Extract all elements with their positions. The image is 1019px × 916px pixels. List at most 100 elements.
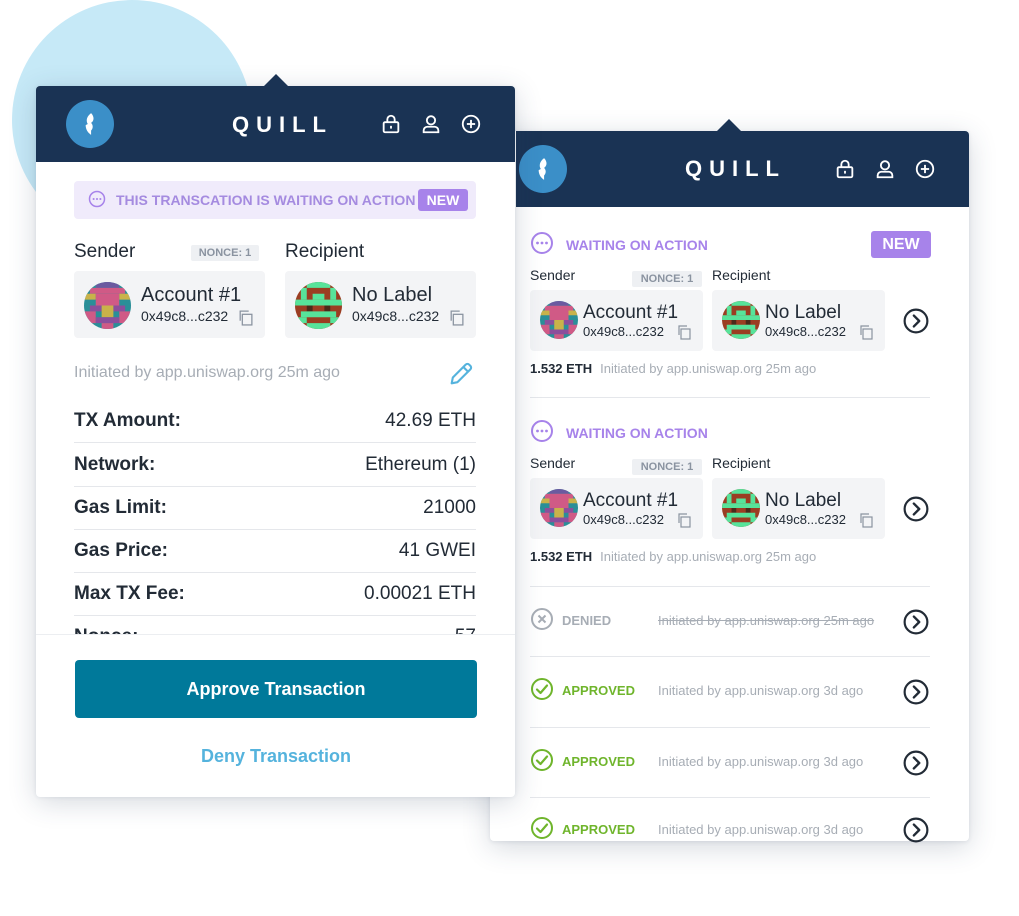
copy-icon[interactable] [676, 512, 692, 533]
tx-history-row[interactable]: APPROVED Initiated by app.uniswap.org 3d… [530, 677, 930, 707]
chevron-right-circle-icon[interactable] [903, 750, 929, 781]
header-actions [834, 158, 936, 180]
copy-icon[interactable] [237, 309, 254, 331]
brand-title: QUILL [232, 112, 333, 137]
header-notch [264, 74, 288, 86]
account-name: No Label [765, 302, 842, 323]
avatar [722, 301, 760, 339]
avatar [295, 282, 342, 329]
sender-card[interactable]: Account #1 0x49c8...c232 [74, 271, 265, 338]
tx-initiated: Initiated by app.uniswap.org 25m ago [600, 549, 817, 564]
chevron-right-circle-icon[interactable] [903, 496, 929, 527]
divider [530, 797, 930, 798]
detail-key: Gas Price: [74, 539, 168, 561]
tx-history-row[interactable]: APPROVED Initiated by app.uniswap.org 3d… [530, 816, 930, 846]
header-actions [380, 113, 482, 135]
tx-status-denied: DENIED [530, 607, 611, 634]
sender-card[interactable]: Account #1 0x49c8...c232 [530, 478, 703, 539]
avatar [722, 489, 760, 527]
status-label: WAITING ON ACTION [566, 236, 708, 253]
status-label: APPROVED [562, 754, 635, 769]
detail-row: Gas Limit: 21000 [74, 486, 476, 530]
detail-key: Gas Limit: [74, 496, 167, 518]
sender-label: Sender [74, 241, 136, 262]
tx-summary: 1.532 ETH Initiated by app.uniswap.org 25… [530, 549, 816, 564]
user-icon[interactable] [874, 158, 896, 180]
status-label: WAITING ON ACTION [566, 424, 708, 441]
quill-logo-icon [66, 100, 114, 148]
avatar [540, 301, 578, 339]
avatar [540, 489, 578, 527]
tx-initiated: Initiated by app.uniswap.org 3d ago [658, 683, 864, 698]
panel-header: QUILL [36, 74, 515, 162]
transaction-detail-panel: QUILL THIS TRANSCATION IS WAITING ON ACT… [36, 74, 515, 797]
detail-value: 0.00021 ETH [364, 582, 476, 604]
sender-label: Sender [530, 267, 576, 283]
copy-icon[interactable] [448, 309, 465, 331]
chevron-right-circle-icon[interactable] [903, 817, 929, 848]
nonce-tag: NONCE: 1 [632, 271, 702, 287]
panel-header: QUILL [516, 119, 969, 207]
recipient-card[interactable]: No Label 0x49c8...c232 [712, 290, 885, 351]
lock-icon[interactable] [380, 113, 402, 135]
recipient-card[interactable]: No Label 0x49c8...c232 [712, 478, 885, 539]
user-icon[interactable] [420, 113, 442, 135]
sender-card[interactable]: Account #1 0x49c8...c232 [530, 290, 703, 351]
copy-icon[interactable] [858, 512, 874, 533]
x-circle-icon [530, 607, 554, 634]
account-name: Account #1 [141, 284, 242, 306]
new-badge: NEW [418, 189, 468, 211]
divider [530, 586, 930, 587]
plus-circle-icon[interactable] [914, 158, 936, 180]
detail-key: Max TX Fee: [74, 582, 185, 604]
recipient-card[interactable]: No Label 0x49c8...c232 [285, 271, 476, 338]
check-circle-icon [530, 748, 554, 775]
account-address: 0x49c8...c232 [583, 512, 664, 527]
chevron-right-circle-icon[interactable] [903, 609, 929, 640]
account-address: 0x49c8...c232 [765, 512, 846, 527]
chevron-right-circle-icon[interactable] [903, 679, 929, 710]
tx-initiated: Initiated by app.uniswap.org 25m ago [74, 364, 340, 381]
account-address: 0x49c8...c232 [352, 308, 440, 324]
tx-amount: 1.532 ETH [530, 549, 593, 564]
account-name: Account #1 [583, 490, 679, 511]
copy-icon[interactable] [858, 324, 874, 345]
account-address: 0x49c8...c232 [141, 308, 229, 324]
account-name: No Label [352, 284, 433, 306]
deny-button[interactable]: Deny Transaction [75, 741, 477, 771]
tx-summary: 1.532 ETH Initiated by app.uniswap.org 25… [530, 361, 816, 376]
detail-row: TX Amount: 42.69 ETH [74, 399, 476, 443]
pencil-icon[interactable] [447, 360, 475, 393]
detail-value: Ethereum (1) [365, 453, 476, 475]
divider [530, 656, 930, 657]
detail-row: Gas Price: 41 GWEI [74, 529, 476, 573]
avatar [84, 282, 131, 329]
tx-amount: 1.532 ETH [530, 361, 593, 376]
status-label: APPROVED [562, 683, 635, 698]
lock-icon[interactable] [834, 158, 856, 180]
recipient-label: Recipient [712, 267, 771, 283]
quill-logo-icon [519, 145, 567, 193]
new-badge: NEW [871, 231, 931, 258]
tx-status-approved: APPROVED [530, 748, 635, 775]
account-address: 0x49c8...c232 [583, 324, 664, 339]
ellipsis-circle-icon [530, 419, 554, 446]
waiting-banner: THIS TRANSCATION IS WAITING ON ACTION NE… [74, 181, 476, 219]
sender-label: Sender [530, 455, 576, 471]
tx-history-row[interactable]: DENIED Initiated by app.uniswap.org 25m … [530, 607, 930, 637]
account-name: Account #1 [583, 302, 679, 323]
tx-history-row[interactable]: APPROVED Initiated by app.uniswap.org 3d… [530, 748, 930, 778]
detail-row: Max TX Fee: 0.00021 ETH [74, 572, 476, 616]
transaction-list-panel: QUILL WAITING ON ACTION NEW Sender NONCE… [490, 119, 969, 841]
plus-circle-icon[interactable] [460, 113, 482, 135]
detail-value: 42.69 ETH [385, 409, 476, 431]
detail-row: Network: Ethereum (1) [74, 443, 476, 487]
divider [530, 727, 930, 728]
detail-key: TX Amount: [74, 409, 181, 431]
copy-icon[interactable] [676, 324, 692, 345]
ellipsis-circle-icon [88, 190, 106, 211]
approve-button[interactable]: Approve Transaction [75, 660, 477, 718]
account-name: No Label [765, 490, 842, 511]
chevron-right-circle-icon[interactable] [903, 308, 929, 339]
tx-initiated: Initiated by app.uniswap.org 25m ago [658, 613, 875, 628]
